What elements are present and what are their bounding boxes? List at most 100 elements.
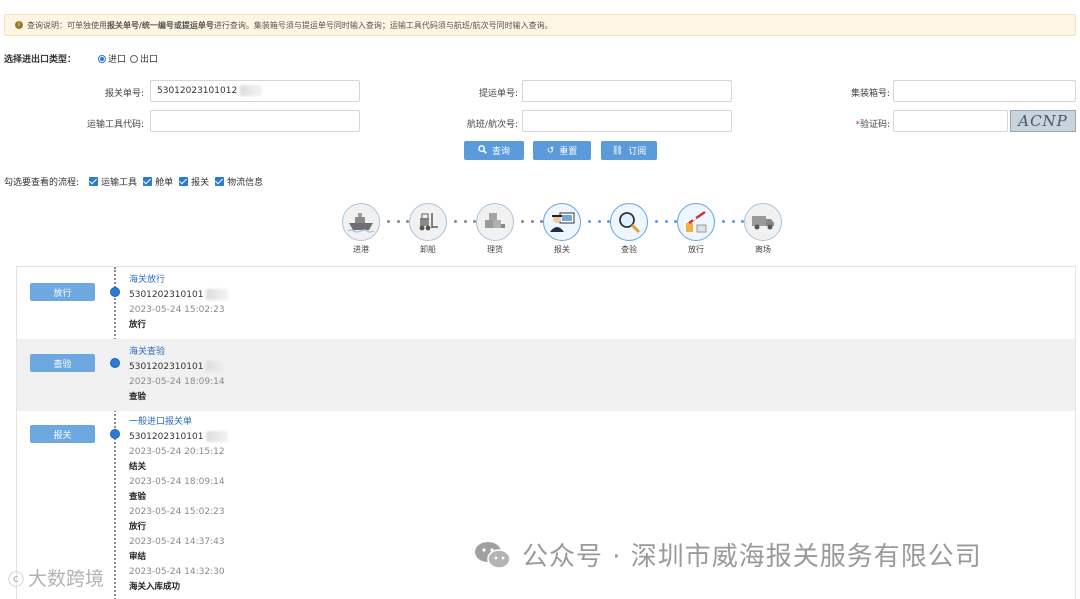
- io-type-row: 选择进出口类型： 进口 出口: [4, 52, 158, 65]
- query-button[interactable]: 查询: [464, 141, 524, 160]
- timeline-status: 查验: [129, 392, 147, 402]
- container-no-input[interactable]: [893, 80, 1076, 102]
- notice-prefix: 查询说明：可单独使用: [27, 20, 107, 30]
- reset-button[interactable]: ↺ 重置: [533, 141, 591, 160]
- flow-connector: [722, 220, 744, 224]
- timeline-section-inspect: 查验 海关查验 5301202310101 2023-05-24 18:09:1…: [17, 339, 1075, 411]
- undo-icon: ↺: [546, 145, 555, 155]
- timeline-status: 海关入库成功: [129, 582, 181, 592]
- timeline-inspect-button-label: 查验: [53, 359, 72, 370]
- timeline-time: 2023-05-24 15:02:23: [129, 507, 225, 517]
- flow-node-declare[interactable]: 报关: [543, 203, 581, 255]
- timeline-id: 5301202310101: [129, 430, 229, 445]
- timeline-id-value: 5301202310101: [129, 432, 204, 442]
- captcha-label-text: 验证码:: [859, 120, 890, 130]
- corner-logo-icon: ⓒ: [8, 569, 25, 589]
- bill-no-input[interactable]: [522, 80, 732, 102]
- timeline-id: 5301202310101: [129, 360, 229, 375]
- voyage-no-input[interactable]: [522, 110, 732, 132]
- timeline-time: 2023-05-24 18:09:14: [129, 477, 225, 487]
- timeline-status: 结关: [129, 462, 147, 472]
- subscribe-button[interactable]: ⛓ 订阅: [601, 141, 657, 160]
- redacted-mark: [240, 85, 263, 96]
- flow-node-label: 放行: [688, 245, 704, 254]
- timeline-time: 2023-05-24 15:02:23: [129, 305, 225, 315]
- notice-suffix: 进行查询。集装箱号须与提运单号同时输入查询；运输工具代码须与航班/航次号同时输入…: [213, 20, 553, 30]
- corner-watermark-text: 大数跨境: [28, 568, 105, 590]
- checkbox-logistics-label: 物流信息: [227, 178, 264, 188]
- customs-officer-icon: [543, 203, 581, 241]
- container-no-label: 集装箱号:: [850, 89, 890, 99]
- timeline-declare-button[interactable]: 报关: [30, 425, 95, 443]
- transport-code-input[interactable]: [150, 110, 360, 132]
- checkbox-customs-label: 报关: [191, 178, 210, 188]
- link-icon: ⛓: [611, 145, 624, 155]
- flow-connector: [387, 220, 409, 224]
- radio-import-label: 进口: [108, 55, 127, 65]
- timeline-entry: 一般进口报关单 5301202310101 2023-05-24 20:15:1…: [129, 415, 229, 595]
- magnifier-icon: [610, 203, 648, 241]
- flow-node-depart[interactable]: 离场: [744, 203, 782, 255]
- timeline-time: 2023-05-24 14:37:43: [129, 537, 225, 547]
- timeline-release-button[interactable]: 放行: [30, 283, 95, 301]
- timeline-time: 2023-05-24 14:32:30: [129, 567, 225, 577]
- checkbox-manifest[interactable]: [143, 177, 153, 186]
- timeline-status: 放行: [129, 320, 147, 330]
- captcha-image-text: ACNP: [1018, 112, 1068, 130]
- timeline-declare-button-label: 报关: [53, 430, 72, 441]
- flow-node-tally[interactable]: 理货: [476, 203, 514, 255]
- timeline-status: 放行: [129, 522, 147, 532]
- timeline-inspect-button[interactable]: 查验: [30, 354, 95, 372]
- flow-connector: [655, 220, 677, 224]
- timeline-dot: [110, 358, 120, 368]
- timeline-status: 审结: [129, 552, 147, 562]
- notice-bar: i 查询说明：可单独使用 报关单号/统一编号或提运单号 进行查询。集装箱号须与提运单…: [4, 14, 1076, 36]
- process-select-row: 勾选要查看的流程: 运输工具 舱单 报关 物流信息: [4, 175, 263, 188]
- watermark-text: 公众号 · 深圳市威海报关服务有限公司: [522, 542, 982, 572]
- captcha-input[interactable]: [893, 110, 1008, 132]
- info-icon: i: [15, 21, 23, 29]
- flow-connector: [454, 220, 476, 224]
- watermark: 公众号 · 深圳市威海报关服务有限公司: [474, 536, 982, 573]
- subscribe-button-label: 订阅: [628, 146, 647, 156]
- wechat-icon: [475, 541, 511, 569]
- flow-node-arrive[interactable]: 进港: [342, 203, 380, 255]
- voyage-no-label: 航班/航次号:: [466, 120, 518, 130]
- checkbox-transport[interactable]: [89, 177, 99, 186]
- redacted-mark: [206, 361, 229, 372]
- flow-node-label: 理货: [487, 245, 503, 254]
- timeline-title: 海关查验: [129, 347, 166, 357]
- ship-icon: [342, 203, 380, 241]
- reset-button-label: 重置: [559, 146, 578, 156]
- radio-import[interactable]: [98, 54, 107, 63]
- checkbox-customs[interactable]: [179, 177, 189, 186]
- flow-node-label: 卸船: [420, 245, 436, 254]
- timeline-title: 海关放行: [129, 275, 166, 285]
- transport-code-label: 运输工具代码:: [86, 120, 144, 130]
- io-type-label: 选择进出口类型：: [4, 55, 77, 65]
- truck-icon: [744, 203, 782, 241]
- timeline-time: 2023-05-24 18:09:14: [129, 377, 225, 387]
- flow-connector: [521, 220, 543, 224]
- checkbox-logistics[interactable]: [215, 177, 225, 186]
- declaration-no-input[interactable]: 53012023101012: [150, 80, 360, 102]
- flow-node-release[interactable]: 放行: [677, 203, 715, 255]
- forklift-icon: [409, 203, 447, 241]
- flow-node-unload[interactable]: 卸船: [409, 203, 447, 255]
- declaration-no-value: 53012023101012: [157, 86, 238, 96]
- redacted-mark: [206, 289, 229, 300]
- search-icon: [478, 145, 487, 156]
- timeline-section-release: 放行 海关放行 5301202310101 2023-05-24 15:02:2…: [17, 267, 1075, 339]
- flow-node-label: 报关: [554, 245, 570, 254]
- bill-no-label: 提运单号:: [478, 89, 518, 99]
- query-button-label: 查询: [491, 146, 510, 156]
- radio-export[interactable]: [130, 54, 139, 63]
- captcha-image[interactable]: ACNP: [1010, 110, 1076, 132]
- gate-barrier-icon: [677, 203, 715, 241]
- flow-node-label: 离场: [755, 245, 771, 254]
- radio-export-label: 出口: [140, 55, 159, 65]
- timeline-id: 5301202310101: [129, 288, 229, 303]
- process-select-label: 勾选要查看的流程:: [4, 178, 80, 188]
- checkbox-manifest-label: 舱单: [155, 178, 174, 188]
- flow-node-inspect[interactable]: 查验: [610, 203, 648, 255]
